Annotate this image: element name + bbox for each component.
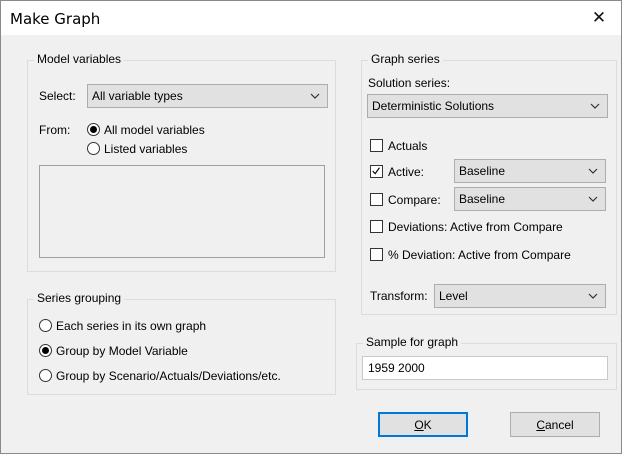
- close-icon: ✕: [591, 8, 607, 27]
- actuals-label[interactable]: Actuals: [388, 139, 427, 153]
- active-scenario-value: Baseline: [459, 164, 506, 178]
- listed-variables-box[interactable]: [39, 165, 325, 258]
- window-title: Make Graph: [10, 10, 101, 28]
- ok-label-rest: K: [423, 417, 432, 432]
- chevron-down-icon: [588, 293, 598, 299]
- chevron-down-icon: [590, 103, 600, 109]
- pct-deviation-label[interactable]: % Deviation: Active from Compare: [388, 248, 571, 262]
- active-label[interactable]: Active:: [388, 165, 424, 179]
- deviations-label[interactable]: Deviations: Active from Compare: [388, 220, 563, 234]
- compare-scenario-value: Baseline: [459, 192, 506, 206]
- radio-group-by-model-variable[interactable]: [39, 344, 52, 357]
- chevron-down-icon: [310, 93, 320, 99]
- variable-type-select[interactable]: All variable types: [87, 84, 328, 108]
- cancel-label-rest: ancel: [544, 417, 574, 432]
- checkmark-icon: [372, 167, 380, 175]
- solution-series-select[interactable]: Deterministic Solutions: [367, 94, 608, 118]
- deviations-checkbox[interactable]: [370, 220, 383, 233]
- cancel-mnemonic: C: [536, 417, 545, 432]
- model-variables-group: Model variables Select: All variable typ…: [27, 52, 336, 272]
- title-bar: Make Graph ✕: [1, 1, 621, 35]
- graph-series-group: Graph series Solution series: Determinis…: [361, 52, 617, 315]
- radio-all-model-variables-label[interactable]: All model variables: [104, 123, 205, 137]
- radio-listed-variables-label[interactable]: Listed variables: [104, 142, 187, 156]
- compare-checkbox[interactable]: [370, 193, 383, 206]
- radio-group-by-scenario[interactable]: [39, 369, 52, 382]
- compare-label[interactable]: Compare:: [388, 193, 441, 207]
- radio-listed-variables[interactable]: [87, 142, 100, 155]
- make-graph-dialog: Make Graph ✕ Model variables Select: All…: [0, 0, 622, 454]
- graph-series-legend: Graph series: [368, 52, 443, 66]
- radio-all-model-variables[interactable]: [87, 123, 100, 136]
- sample-group: Sample for graph 1959 2000: [356, 335, 617, 390]
- transform-label: Transform:: [370, 289, 428, 303]
- radio-each-series-own-graph-label[interactable]: Each series in its own graph: [56, 319, 206, 333]
- radio-group-by-model-variable-label[interactable]: Group by Model Variable: [56, 344, 188, 358]
- actuals-checkbox[interactable]: [370, 139, 383, 152]
- model-variables-legend: Model variables: [34, 52, 125, 66]
- ok-mnemonic: O: [414, 417, 424, 432]
- solution-series-label: Solution series:: [368, 76, 451, 90]
- radio-each-series-own-graph[interactable]: [39, 319, 52, 332]
- series-grouping-legend: Series grouping: [34, 291, 125, 305]
- select-label: Select:: [39, 89, 76, 103]
- transform-select[interactable]: Level: [434, 284, 606, 308]
- variable-type-select-value: All variable types: [92, 89, 183, 103]
- cancel-button[interactable]: Cancel: [510, 412, 600, 437]
- compare-scenario-select[interactable]: Baseline: [454, 187, 606, 211]
- sample-input[interactable]: 1959 2000: [362, 356, 608, 380]
- active-checkbox[interactable]: [370, 165, 383, 178]
- transform-select-value: Level: [439, 289, 468, 303]
- active-scenario-select[interactable]: Baseline: [454, 159, 606, 183]
- radio-group-by-scenario-label[interactable]: Group by Scenario/Actuals/Deviations/etc…: [56, 369, 281, 383]
- chevron-down-icon: [588, 168, 598, 174]
- close-button[interactable]: ✕: [577, 1, 621, 35]
- solution-series-select-value: Deterministic Solutions: [372, 99, 495, 113]
- ok-button[interactable]: OK: [378, 412, 468, 437]
- sample-input-value: 1959 2000: [368, 361, 425, 375]
- series-grouping-group: Series grouping Each series in its own g…: [27, 291, 336, 395]
- pct-deviation-checkbox[interactable]: [370, 248, 383, 261]
- sample-legend: Sample for graph: [363, 335, 462, 349]
- chevron-down-icon: [588, 196, 598, 202]
- from-label: From:: [39, 123, 71, 137]
